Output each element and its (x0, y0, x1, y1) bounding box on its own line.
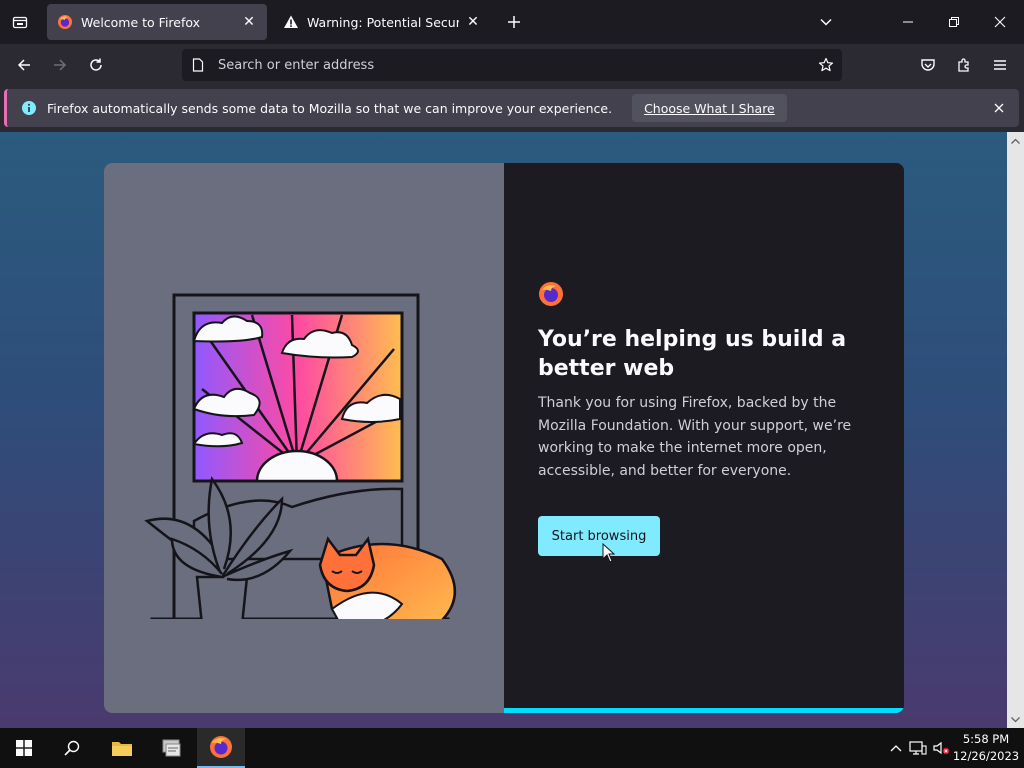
firefox-logo-icon (539, 282, 563, 306)
welcome-heading: You’re helping us build a better web (538, 327, 847, 381)
list-all-tabs-button[interactable] (814, 10, 838, 34)
choose-what-i-share-button[interactable]: Choose What I Share (632, 94, 787, 122)
mouse-cursor-icon (602, 543, 616, 563)
vertical-scrollbar[interactable] (1007, 132, 1024, 728)
folder-icon (112, 742, 132, 756)
windows-logo-icon (16, 740, 32, 756)
onboarding-progress-bar (504, 708, 904, 713)
start-button[interactable] (0, 728, 48, 768)
close-window-button[interactable] (977, 0, 1023, 44)
menu-button[interactable] (986, 51, 1014, 79)
forward-button[interactable] (46, 51, 74, 79)
reload-icon (90, 58, 102, 71)
page-icon (190, 57, 206, 73)
reload-button[interactable] (82, 51, 110, 79)
back-button[interactable] (10, 51, 38, 79)
restore-button[interactable] (931, 0, 977, 44)
navigation-toolbar (0, 44, 1024, 86)
show-hidden-icons-chevron-up-icon[interactable] (886, 738, 906, 758)
network-icon[interactable] (908, 738, 928, 758)
warning-icon (284, 15, 298, 28)
volume-muted-icon[interactable] (931, 738, 951, 758)
bookmark-star-icon[interactable] (812, 51, 840, 79)
close-notification-icon[interactable] (991, 100, 1007, 116)
plus-icon (508, 16, 520, 28)
firefox-icon (58, 15, 72, 29)
tab-title: Warning: Potential Security Risk Ahead (307, 14, 459, 30)
info-icon (21, 100, 37, 116)
start-browsing-button[interactable]: Start browsing (538, 516, 660, 556)
hamburger-menu-icon (994, 60, 1006, 70)
page-content: You’re helping us build a better web Tha… (0, 132, 1007, 728)
url-bar[interactable] (182, 49, 842, 81)
scroll-up-arrow-icon[interactable] (1007, 132, 1024, 149)
file-explorer-button[interactable] (98, 728, 146, 768)
clock-date: 12/26/2023 (952, 749, 1020, 763)
search-button[interactable] (48, 728, 96, 768)
arrow-left-icon (17, 59, 30, 71)
restore-icon (949, 17, 959, 27)
system-clock[interactable]: 5:58 PM 12/26/2023 (950, 731, 1022, 765)
window-fox-illustration (144, 293, 457, 619)
clock-time: 5:58 PM (962, 732, 1010, 746)
search-icon (64, 740, 80, 756)
new-tab-button[interactable] (502, 10, 526, 34)
server-manager-icon (162, 739, 181, 757)
welcome-body: Thank you for using Firefox, backed by t… (538, 395, 852, 479)
puzzle-icon (958, 58, 969, 72)
windows-taskbar: 5:58 PM 12/26/2023 (0, 728, 1024, 768)
minimize-button[interactable] (885, 0, 931, 44)
firefox-taskbar-button[interactable] (197, 728, 245, 768)
tab-welcome[interactable]: Welcome to Firefox ✕ (47, 4, 267, 40)
minimize-icon (903, 21, 913, 23)
data-collection-notification: Firefox automatically sends some data to… (4, 89, 1019, 127)
close-icon (994, 16, 1006, 28)
notification-message: Firefox automatically sends some data to… (47, 100, 613, 116)
scroll-down-arrow-icon[interactable] (1007, 711, 1024, 728)
pocket-button[interactable] (914, 51, 942, 79)
firefox-view-button[interactable] (6, 8, 34, 36)
firefox-view-icon (12, 16, 28, 29)
chevron-down-icon (820, 18, 832, 26)
firefox-icon (210, 736, 232, 758)
tab-title: Welcome to Firefox (81, 14, 201, 30)
server-manager-button[interactable] (148, 728, 196, 768)
close-tab-icon[interactable]: ✕ (465, 14, 481, 30)
tab-strip: Welcome to Firefox ✕ Warning: Potential … (0, 0, 1024, 44)
notification-area: Firefox automatically sends some data to… (0, 86, 1024, 132)
pocket-icon (921, 59, 935, 71)
extensions-button[interactable] (950, 51, 978, 79)
arrow-right-icon (54, 59, 67, 71)
close-tab-icon[interactable]: ✕ (241, 14, 257, 30)
address-input[interactable] (218, 57, 812, 73)
tab-security-warning[interactable]: Warning: Potential Security Risk Ahead ✕ (273, 4, 491, 40)
